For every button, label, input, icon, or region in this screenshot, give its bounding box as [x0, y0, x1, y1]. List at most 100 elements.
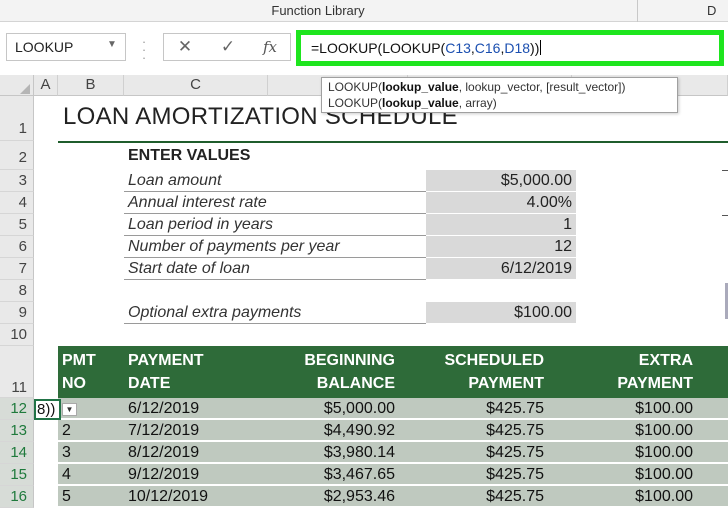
payments-per-year-cell[interactable]: 12: [426, 236, 576, 258]
extra-payment-cell[interactable]: $100.00: [572, 421, 693, 441]
row-header-11[interactable]: 11: [0, 346, 34, 398]
header-text: PMT: [62, 352, 96, 369]
column-header-c[interactable]: C: [124, 75, 268, 96]
header-pmt-no: PMT NO: [62, 349, 96, 395]
header-extra-payment: EXTRA PAYMENT: [572, 349, 693, 395]
extra-payment-cell[interactable]: $100.00: [572, 443, 693, 463]
beginning-balance-cell[interactable]: $5,000.00: [268, 399, 395, 419]
formula-ref: C13: [445, 40, 471, 56]
select-all-icon: [20, 84, 30, 94]
column-header-a[interactable]: A: [34, 75, 58, 96]
payments-per-year-label: Number of payments per year: [124, 236, 426, 258]
row-header-7[interactable]: 7: [0, 258, 34, 280]
tooltip-arg-link[interactable]: lookup_value: [382, 80, 459, 94]
enter-values-heading: ENTER VALUES: [128, 147, 251, 164]
payment-date-cell[interactable]: 10/12/2019: [128, 487, 208, 507]
header-scheduled-payment: SCHEDULED PAYMENT: [408, 349, 544, 395]
row-header-10[interactable]: 10: [0, 324, 34, 346]
extra-payment-cell[interactable]: $100.00: [572, 465, 693, 485]
beginning-balance-cell[interactable]: $3,980.14: [268, 443, 395, 463]
ribbon-next-group-label: D: [707, 3, 717, 18]
ribbon-divider: [637, 0, 638, 22]
pmt-no-cell[interactable]: 5: [62, 487, 71, 507]
column-header-b[interactable]: B: [58, 75, 124, 96]
row-header-6[interactable]: 6: [0, 236, 34, 258]
row-header-9[interactable]: 9: [0, 302, 34, 324]
pmt-no-cell[interactable]: 2: [62, 421, 71, 441]
row-header-16[interactable]: 16: [0, 486, 34, 508]
formula-text: =LOOKUP(LOOKUP(: [311, 40, 446, 56]
formula-input[interactable]: =LOOKUP(LOOKUP(C13,C16,D18)): [296, 30, 724, 66]
header-text: SCHEDULED: [444, 352, 544, 369]
row-header-1[interactable]: 1: [0, 96, 34, 141]
formula-ref: C16: [474, 40, 501, 56]
extra-payments-label: Optional extra payments: [124, 302, 426, 324]
active-cell-editor[interactable]: 8)): [34, 399, 61, 420]
header-text: EXTRA: [638, 352, 693, 369]
row-header-5[interactable]: 5: [0, 214, 34, 236]
start-date-cell[interactable]: 6/12/2019: [426, 258, 576, 280]
extra-payments-cell[interactable]: $100.00: [426, 302, 576, 324]
right-edge-line: [722, 215, 728, 216]
beginning-balance-cell[interactable]: $3,467.65: [268, 465, 395, 485]
loan-period-cell[interactable]: 1: [426, 214, 576, 236]
extra-payment-cell[interactable]: $100.00: [572, 487, 693, 507]
scheduled-payment-cell[interactable]: $425.75: [408, 421, 544, 441]
formula-ref: D18: [504, 40, 531, 56]
row-header-2[interactable]: 2: [0, 141, 34, 170]
text-caret: [540, 40, 542, 55]
loan-period-label: Loan period in years: [124, 214, 426, 236]
header-text: NO: [62, 375, 86, 392]
tooltip-line-1: LOOKUP(lookup_value, lookup_vector, [res…: [328, 79, 671, 95]
scheduled-payment-cell[interactable]: $425.75: [408, 443, 544, 463]
header-text: PAYMENT: [468, 375, 544, 392]
payment-date-cell[interactable]: 8/12/2019: [128, 443, 199, 463]
row-header-13[interactable]: 13: [0, 420, 34, 442]
row-header-3[interactable]: 3: [0, 170, 34, 192]
scheduled-payment-cell[interactable]: $425.75: [408, 465, 544, 485]
right-edge-line: [722, 170, 728, 171]
insert-function-button[interactable]: fx: [258, 36, 282, 58]
header-text: PAYMENT: [617, 375, 693, 392]
pmt-no-cell[interactable]: 4: [62, 465, 71, 485]
ribbon-group-label: Function Library: [271, 3, 365, 18]
payment-date-cell[interactable]: 9/12/2019: [128, 465, 199, 485]
enter-icon[interactable]: ✓: [216, 36, 240, 58]
drag-handle-icon[interactable]: · · ·: [141, 35, 147, 64]
formula-text: )): [530, 40, 540, 56]
row-header-8[interactable]: 8: [0, 280, 34, 302]
title-underline: [58, 141, 728, 143]
payment-date-cell[interactable]: 7/12/2019: [128, 421, 199, 441]
dropdown-arrow-icon[interactable]: ▼: [62, 403, 77, 416]
chevron-down-icon[interactable]: ▼: [107, 39, 117, 50]
header-text: DATE: [128, 375, 171, 392]
start-date-label: Start date of loan: [124, 258, 426, 280]
tooltip-text: LOOKUP(: [328, 96, 383, 110]
interest-rate-cell[interactable]: 4.00%: [426, 192, 576, 214]
beginning-balance-cell[interactable]: $4,490.92: [268, 421, 395, 441]
header-text: BALANCE: [316, 375, 395, 392]
header-text: BEGINNING: [304, 352, 395, 369]
beginning-balance-cell[interactable]: $2,953.46: [268, 487, 395, 507]
payment-date-cell[interactable]: 6/12/2019: [128, 399, 199, 419]
tooltip-arg-link[interactable]: lookup_value: [382, 96, 459, 110]
tooltip-text: , lookup_vector, [result_vector]): [458, 80, 626, 94]
cancel-icon[interactable]: ✕: [173, 36, 197, 58]
tooltip-text: LOOKUP(: [328, 80, 383, 94]
row-header-15[interactable]: 15: [0, 464, 34, 486]
row-header-4[interactable]: 4: [0, 192, 34, 214]
scheduled-payment-cell[interactable]: $425.75: [408, 487, 544, 507]
tooltip-text: , array): [458, 96, 497, 110]
extra-payment-cell[interactable]: $100.00: [572, 399, 693, 419]
interest-rate-label: Annual interest rate: [124, 192, 426, 214]
header-payment-date: PAYMENT DATE: [128, 349, 204, 395]
function-tooltip: LOOKUP(lookup_value, lookup_vector, [res…: [321, 77, 678, 113]
row-header-12[interactable]: 12: [0, 398, 34, 420]
pmt-no-cell[interactable]: 3: [62, 443, 71, 463]
header-text: PAYMENT: [128, 352, 204, 369]
loan-amount-label: Loan amount: [124, 170, 426, 192]
loan-amount-cell[interactable]: $5,000.00: [426, 170, 576, 192]
row-header-14[interactable]: 14: [0, 442, 34, 464]
header-beginning-balance: BEGINNING BALANCE: [268, 349, 395, 395]
scheduled-payment-cell[interactable]: $425.75: [408, 399, 544, 419]
